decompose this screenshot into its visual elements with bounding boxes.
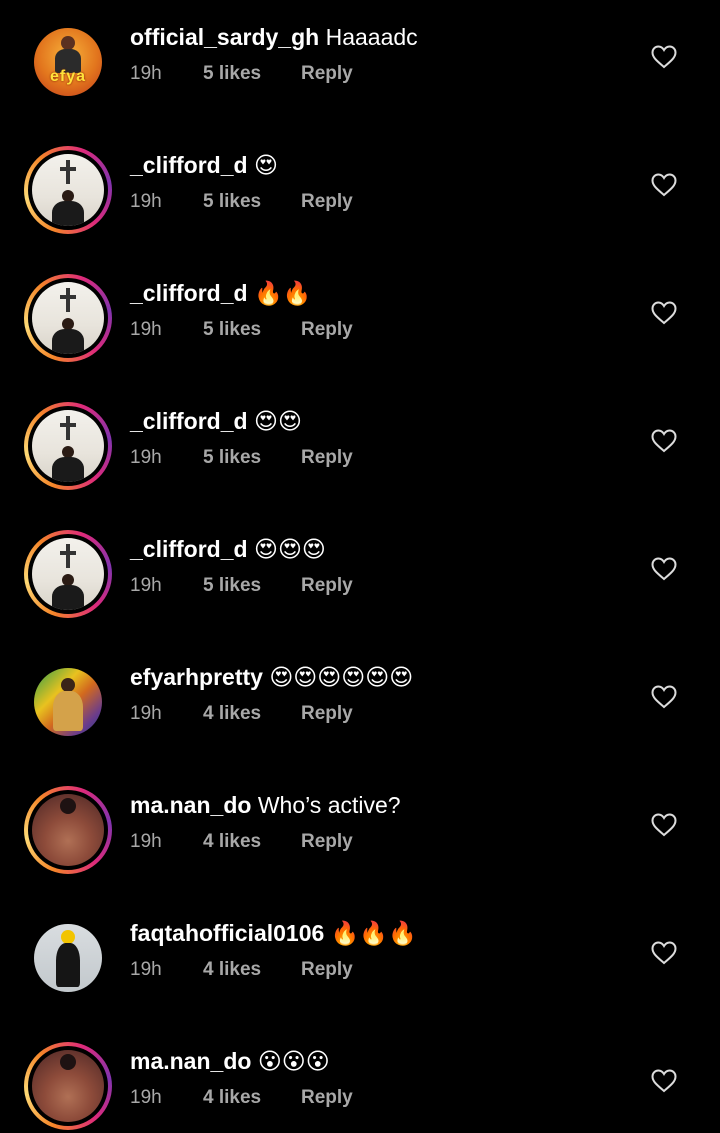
comment-message: 😍😍😍 (253, 536, 326, 562)
comment-meta: 19h 4 likes Reply (130, 958, 353, 982)
comment-likes[interactable]: 4 likes (203, 830, 301, 854)
heart-outline-icon[interactable] (651, 429, 677, 453)
comment-likes[interactable]: 5 likes (203, 318, 301, 342)
comment-text-line: _clifford_d 🔥🔥 (130, 278, 311, 308)
comment-item: faqtahofficial0106 🔥🔥🔥 19h 4 likes Reply (0, 896, 720, 1024)
avatar[interactable] (24, 146, 112, 234)
heart-outline-icon[interactable] (651, 301, 677, 325)
comment-item: ma.nan_do 😮😮😮 19h 4 likes Reply (0, 1024, 720, 1133)
reply-button[interactable]: Reply (301, 318, 353, 342)
comment-message: 😍😍 (253, 408, 302, 434)
comment-time: 19h (130, 191, 162, 212)
comment-meta: 19h 5 likes Reply (130, 318, 353, 342)
comment-message: 🔥🔥🔥 (330, 920, 417, 946)
comment-message: 😍 (253, 152, 278, 178)
comment-username[interactable]: ma.nan_do (130, 1048, 251, 1074)
comment-item: _clifford_d 😍😍 19h 5 likes Reply (0, 384, 720, 512)
comment-message: 🔥🔥 (253, 280, 312, 306)
comment-username[interactable]: _clifford_d (130, 408, 248, 434)
comment-likes[interactable]: 4 likes (203, 958, 301, 982)
comment-text-line: official_sardy_gh Haaaadc (130, 22, 418, 52)
comment-text-line: ma.nan_do 😮😮😮 (130, 1046, 330, 1076)
avatar[interactable]: efya (24, 18, 112, 106)
comment-time: 19h (130, 1087, 162, 1108)
comment-text-line: _clifford_d 😍😍 (130, 406, 302, 436)
comment-item: _clifford_d 😍😍😍 19h 5 likes Reply (0, 512, 720, 640)
reply-button[interactable]: Reply (301, 1086, 353, 1110)
heart-outline-icon[interactable] (651, 813, 677, 837)
comment-time: 19h (130, 319, 162, 340)
reply-button[interactable]: Reply (301, 830, 353, 854)
comment-username[interactable]: faqtahofficial0106 (130, 920, 324, 946)
comment-likes[interactable]: 5 likes (203, 190, 301, 214)
comment-time: 19h (130, 703, 162, 724)
avatar-logo-text: efya (49, 68, 87, 85)
comment-item: efya official_sardy_gh Haaaadc 19h 5 like… (0, 0, 720, 128)
comment-message: 😍😍😍😍😍😍 (269, 664, 414, 690)
avatar[interactable] (24, 1042, 112, 1130)
comment-username[interactable]: efyarhpretty (130, 664, 263, 690)
comment-item: _clifford_d 🔥🔥 19h 5 likes Reply (0, 256, 720, 384)
heart-outline-icon[interactable] (651, 1069, 677, 1093)
comment-time: 19h (130, 447, 162, 468)
comment-time: 19h (130, 959, 162, 980)
comment-meta: 19h 4 likes Reply (130, 702, 353, 726)
comment-username[interactable]: _clifford_d (130, 536, 248, 562)
comment-meta: 19h 4 likes Reply (130, 830, 353, 854)
comment-likes[interactable]: 5 likes (203, 574, 301, 598)
reply-button[interactable]: Reply (301, 574, 353, 598)
comment-text-line: faqtahofficial0106 🔥🔥🔥 (130, 918, 417, 948)
comment-likes[interactable]: 4 likes (203, 1086, 301, 1110)
heart-outline-icon[interactable] (651, 685, 677, 709)
comment-text-line: ma.nan_do Who’s active? (130, 790, 401, 820)
avatar[interactable] (24, 914, 112, 1002)
comment-time: 19h (130, 575, 162, 596)
comment-item: ma.nan_do Who’s active? 19h 4 likes Reply (0, 768, 720, 896)
comment-meta: 19h 4 likes Reply (130, 1086, 353, 1110)
comment-text-line: efyarhpretty 😍😍😍😍😍😍 (130, 662, 413, 692)
comment-username[interactable]: _clifford_d (130, 152, 248, 178)
comment-time: 19h (130, 831, 162, 852)
heart-outline-icon[interactable] (651, 941, 677, 965)
avatar[interactable] (24, 402, 112, 490)
heart-outline-icon[interactable] (651, 557, 677, 581)
comment-likes[interactable]: 4 likes (203, 702, 301, 726)
comment-likes[interactable]: 5 likes (203, 446, 301, 470)
comment-message: Haaaadc (325, 24, 418, 50)
reply-button[interactable]: Reply (301, 702, 353, 726)
heart-outline-icon[interactable] (651, 45, 677, 69)
comment-username[interactable]: official_sardy_gh (130, 24, 319, 50)
comment-text-line: _clifford_d 😍😍😍 (130, 534, 326, 564)
comment-item: efyarhpretty 😍😍😍😍😍😍 19h 4 likes Reply (0, 640, 720, 768)
comment-text-line: _clifford_d 😍 (130, 150, 278, 180)
comment-meta: 19h 5 likes Reply (130, 446, 353, 470)
reply-button[interactable]: Reply (301, 190, 353, 214)
avatar[interactable] (24, 658, 112, 746)
comment-message: 😮😮😮 (257, 1048, 330, 1074)
avatar[interactable] (24, 274, 112, 362)
comment-username[interactable]: _clifford_d (130, 280, 248, 306)
heart-outline-icon[interactable] (651, 173, 677, 197)
comment-message: Who’s active? (257, 792, 401, 818)
comment-username[interactable]: ma.nan_do (130, 792, 251, 818)
reply-button[interactable]: Reply (301, 62, 353, 86)
comment-meta: 19h 5 likes Reply (130, 62, 353, 86)
comment-likes[interactable]: 5 likes (203, 62, 301, 86)
reply-button[interactable]: Reply (301, 446, 353, 470)
avatar[interactable] (24, 786, 112, 874)
comment-item: _clifford_d 😍 19h 5 likes Reply (0, 128, 720, 256)
comment-time: 19h (130, 63, 162, 84)
reply-button[interactable]: Reply (301, 958, 353, 982)
comment-meta: 19h 5 likes Reply (130, 190, 353, 214)
comment-meta: 19h 5 likes Reply (130, 574, 353, 598)
avatar[interactable] (24, 530, 112, 618)
